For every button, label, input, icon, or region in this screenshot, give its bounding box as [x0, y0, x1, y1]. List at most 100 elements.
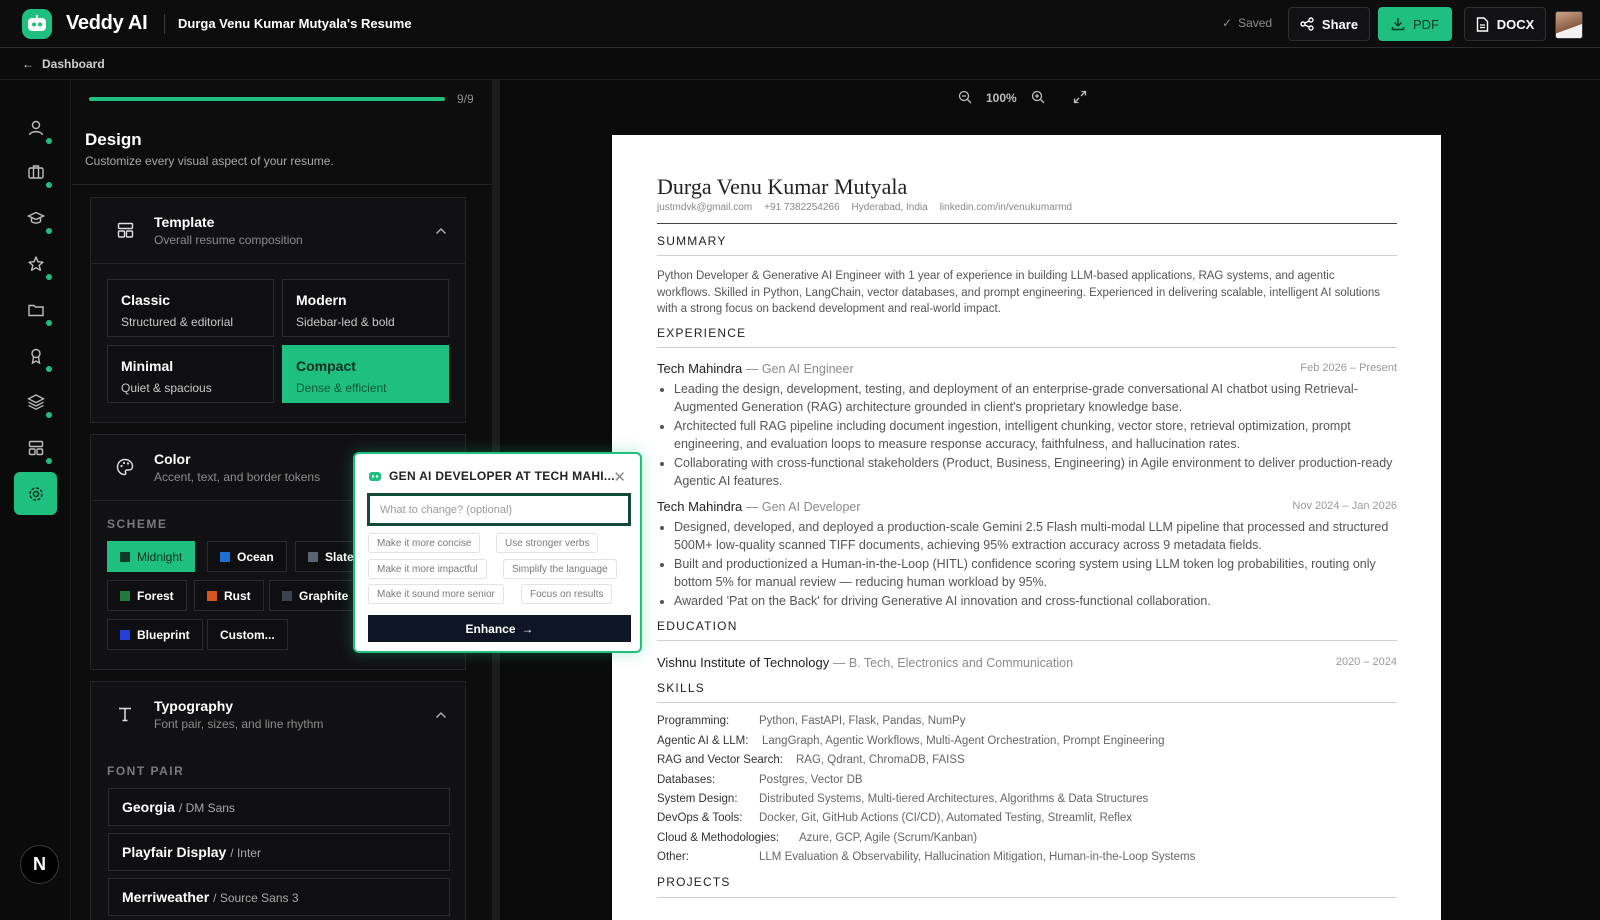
scheme-ocean[interactable]: Ocean: [207, 541, 287, 572]
skill-key: DevOps & Tools:: [657, 812, 743, 824]
rail-experience-button[interactable]: [22, 158, 52, 188]
suggestion-chip[interactable]: Use stronger verbs: [496, 533, 599, 553]
color-subtitle: Accent, text, and border tokens: [154, 470, 321, 484]
rail-template-button[interactable]: [22, 434, 52, 464]
scheme-name: Blueprint: [137, 627, 190, 642]
education-entry[interactable]: Vishnu Institute of Technology — B. Tech…: [657, 655, 1397, 670]
template-option-compact[interactable]: Compact Dense & efficient: [282, 345, 449, 403]
job-entry-header[interactable]: Tech Mahindra — Gen AI Engineer Feb 2026…: [657, 361, 1397, 376]
pdf-label: PDF: [1413, 16, 1439, 32]
share-button[interactable]: Share: [1288, 7, 1370, 41]
pdf-download-button[interactable]: PDF: [1378, 7, 1452, 41]
rail-design-settings-button[interactable]: [14, 472, 57, 515]
suggestion-chip[interactable]: Focus on results: [521, 584, 613, 604]
palette-icon: [115, 457, 135, 477]
skill-row[interactable]: DevOps & Tools: Docker, Git, GitHub Actio…: [657, 812, 1132, 824]
zoom-in-icon[interactable]: [1031, 90, 1045, 107]
typography-section: Typography Font pair, sizes, and line rh…: [90, 681, 466, 920]
enhance-label: Enhance: [465, 621, 516, 636]
typography-section-header[interactable]: Typography Font pair, sizes, and line rh…: [91, 682, 465, 748]
chevron-up-icon[interactable]: [435, 222, 447, 240]
font-pair-merriweather[interactable]: Merriweather / Source Sans 3: [108, 878, 450, 916]
job-entry-header[interactable]: Tech Mahindra — Gen AI Developer Nov 202…: [657, 499, 1397, 514]
fullscreen-icon[interactable]: [1073, 90, 1087, 107]
typography-subtitle: Font pair, sizes, and line rhythm: [154, 717, 324, 731]
header-rule: [657, 223, 1397, 224]
skill-row[interactable]: RAG and Vector Search: RAG, Qdrant, Chrom…: [657, 754, 965, 766]
scheme-blueprint[interactable]: Blueprint: [107, 619, 203, 650]
enhance-button[interactable]: Enhance →: [368, 615, 631, 642]
suggestion-chip[interactable]: Make it more concise: [368, 533, 481, 553]
back-to-dashboard-link[interactable]: ← Dashboard: [22, 57, 105, 71]
top-bar: Veddy AI Durga Venu Kumar Mutyala's Resu…: [0, 0, 1600, 48]
change-instruction-input[interactable]: What to change? (optional): [367, 493, 631, 526]
document-icon: [1476, 16, 1488, 32]
rail-personal-info-button[interactable]: [22, 114, 52, 144]
skill-value: Postgres, Vector DB: [759, 774, 863, 786]
rail-layers-button[interactable]: [22, 388, 52, 418]
rail-skills-button[interactable]: [22, 250, 52, 280]
education-date: 2020 – 2024: [1335, 656, 1397, 668]
font-pair-label: FONT PAIR: [107, 764, 185, 778]
scheme-custom-button[interactable]: Custom...: [207, 619, 288, 650]
job-bullet: Collaborating with cross-functional stak…: [674, 454, 1398, 490]
close-icon[interactable]: ✕: [613, 468, 626, 486]
suggestion-chip[interactable]: Make it more impactful: [368, 559, 487, 579]
suggestion-chip[interactable]: Make it sound more senior: [368, 584, 504, 604]
progress-fill: [89, 97, 445, 101]
gear-icon: [28, 486, 43, 501]
next-app-badge[interactable]: N: [20, 845, 59, 884]
skill-row[interactable]: Databases: Postgres, Vector DB: [657, 774, 863, 786]
font-pair-georgia[interactable]: Georgia / DM Sans: [108, 788, 450, 826]
rail-certifications-button[interactable]: [22, 342, 52, 372]
suggestion-chip[interactable]: Simplify the language: [503, 559, 617, 579]
template-option-modern[interactable]: Modern Sidebar-led & bold: [282, 279, 449, 337]
skill-value: Docker, Git, GitHub Actions (CI/CD), Aut…: [759, 812, 1133, 824]
skill-row[interactable]: Programming: Python, FastAPI, Flask, Pand…: [657, 715, 965, 727]
arrow-left-icon: ←: [22, 57, 34, 71]
resume-contact[interactable]: justmdvk@gmail.com +91 7382254266 Hydera…: [657, 202, 1072, 213]
color-swatch: [207, 590, 217, 601]
section-heading-skills: SKILLS: [657, 681, 705, 695]
job-bullet: Leading the design, development, testing…: [674, 380, 1398, 416]
template-name: Compact: [296, 358, 356, 374]
job-bullets[interactable]: Leading the design, development, testing…: [674, 380, 1398, 491]
graduation-cap-icon: [27, 211, 45, 224]
scheme-midnight[interactable]: Midnight: [107, 541, 196, 572]
progress-label: 9/9: [457, 92, 474, 106]
skill-row[interactable]: Other: LLM Evaluation & Observability, Ha…: [657, 851, 1195, 863]
scheme-rust[interactable]: Rust: [194, 580, 264, 611]
font-display-name: Playfair Display: [122, 844, 227, 860]
template-section-header[interactable]: Template Overall resume composition: [91, 198, 465, 264]
rail-projects-button[interactable]: [22, 296, 52, 326]
summary-text[interactable]: Python Developer & Generative AI Enginee…: [657, 268, 1387, 318]
template-desc: Dense & efficient: [296, 381, 387, 395]
user-avatar[interactable]: [1555, 11, 1583, 39]
zoom-out-icon[interactable]: [958, 90, 972, 107]
template-subtitle: Overall resume composition: [154, 233, 303, 247]
job-bullets[interactable]: Designed, developed, and deployed a prod…: [674, 518, 1398, 611]
template-desc: Quiet & spacious: [121, 381, 212, 395]
layout-icon: [28, 440, 44, 456]
skill-row[interactable]: Cloud & Methodologies: Azure, GCP, Agile …: [657, 832, 977, 844]
contact-email: justmdvk@gmail.com: [657, 202, 753, 213]
resume-name[interactable]: Durga Venu Kumar Mutyala: [657, 174, 907, 200]
font-pair-playfair[interactable]: Playfair Display / Inter: [108, 833, 450, 871]
skill-row[interactable]: Agentic AI & LLM: LangGraph, Agentic Work…: [657, 735, 1164, 747]
color-title: Color: [154, 451, 191, 467]
logo-robot-icon[interactable]: [22, 9, 52, 39]
skill-row[interactable]: System Design: Distributed Systems, Multi…: [657, 793, 1148, 805]
rail-education-button[interactable]: [22, 204, 52, 234]
scheme-name: Slate: [325, 549, 354, 564]
template-option-minimal[interactable]: Minimal Quiet & spacious: [107, 345, 274, 403]
color-swatch: [120, 590, 130, 601]
docx-download-button[interactable]: DOCX: [1464, 7, 1546, 41]
template-option-classic[interactable]: Classic Structured & editorial: [107, 279, 274, 337]
layout-icon: [115, 220, 135, 240]
scheme-graphite[interactable]: Graphite: [269, 580, 362, 611]
check-icon: ✓: [1222, 16, 1233, 30]
brand-divider: [164, 14, 165, 34]
scheme-forest[interactable]: Forest: [107, 580, 187, 611]
chevron-up-icon[interactable]: [435, 706, 447, 724]
template-section: Template Overall resume composition Clas…: [90, 197, 466, 423]
